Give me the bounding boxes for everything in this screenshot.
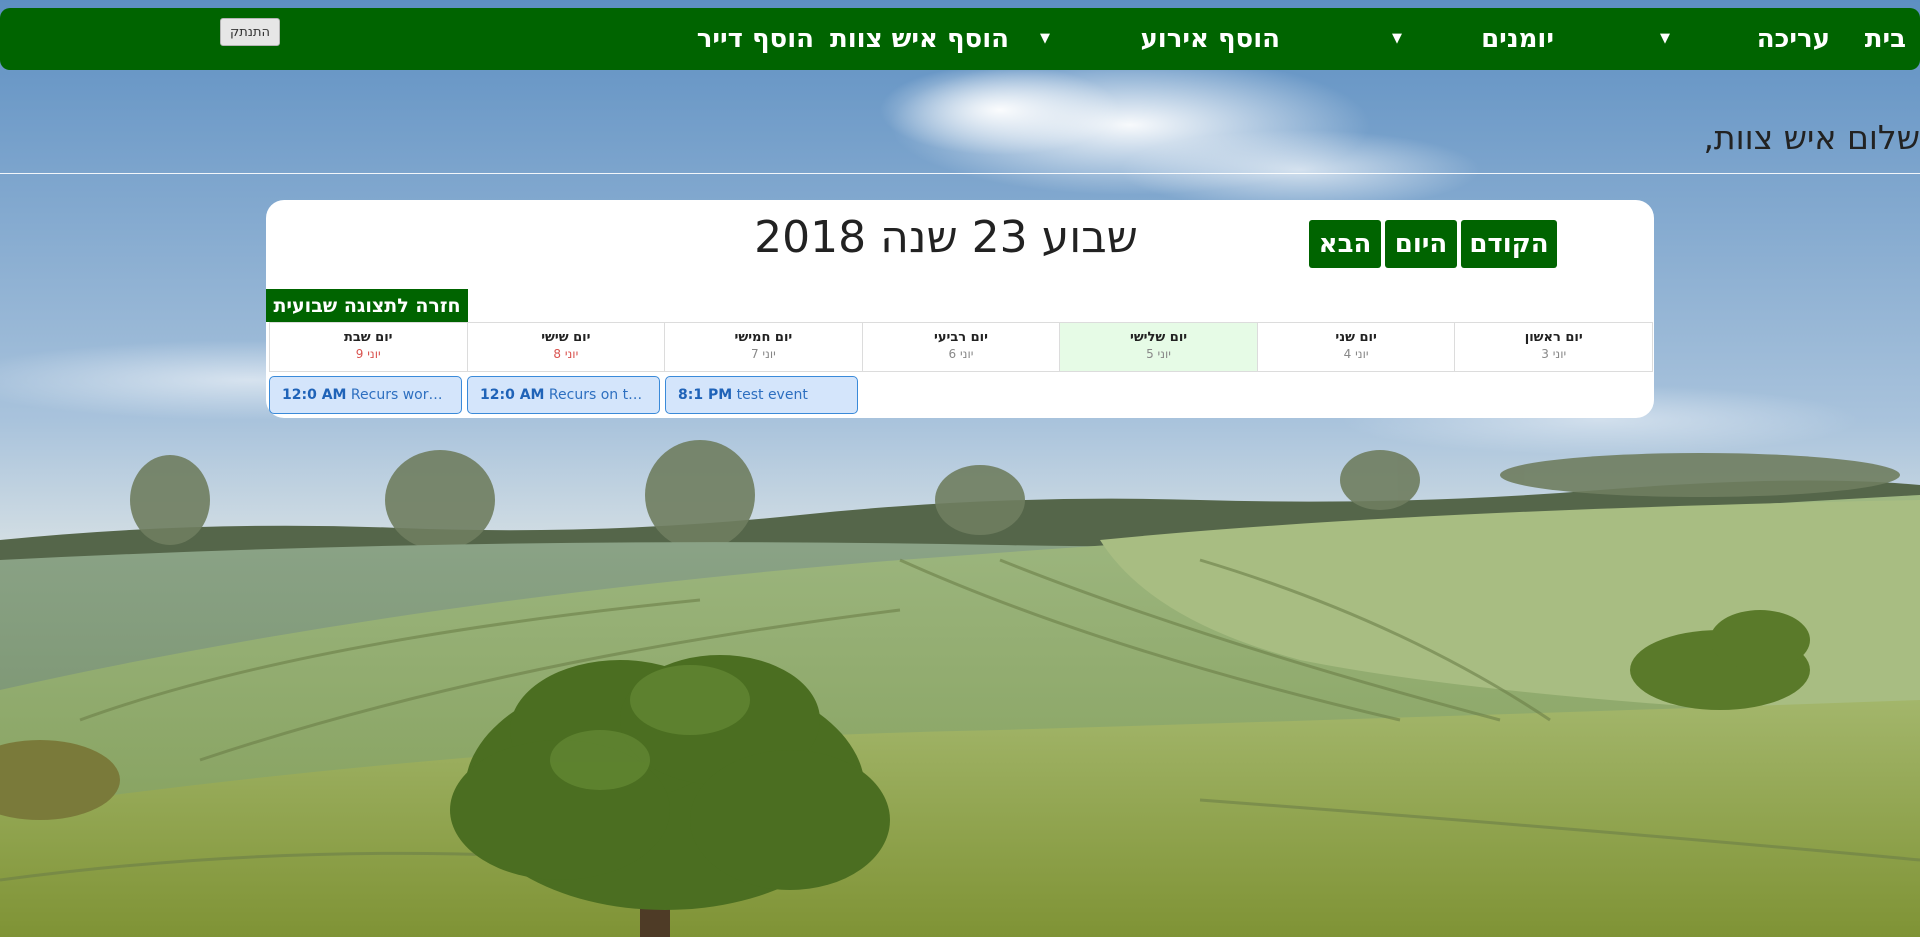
event-tuesday[interactable]: 8:1 PM test event: [665, 376, 858, 414]
nav-home[interactable]: בית: [1865, 8, 1906, 70]
day-name: יום שלישי: [1130, 330, 1188, 345]
day-name: יום רביעי: [934, 330, 988, 345]
day-name: יום חמישי: [734, 330, 793, 345]
next-week-button[interactable]: הבא: [1309, 220, 1381, 268]
back-to-weekly-view-button[interactable]: חזרה לתצוגה שבועית: [266, 289, 468, 322]
day-column-saturday[interactable]: יום שבת יוני 9: [270, 323, 467, 371]
event-monday[interactable]: 12:0 AM Recurs on the...: [467, 376, 660, 414]
day-name: יום שישי: [541, 330, 591, 345]
nav-add-resident[interactable]: הוסף דייר: [697, 8, 814, 70]
nav-diaries-dropdown-caret[interactable]: ▼: [1660, 8, 1670, 70]
day-date: יוני 4: [1343, 347, 1369, 361]
top-navbar: בית עריכה ▼ יומנים ▼ הוסף אירוע ▼ הוסף א…: [0, 8, 1920, 70]
event-title: Recurs on the...: [548, 387, 659, 403]
logout-button[interactable]: התנתק: [220, 18, 280, 46]
nav-add-staff[interactable]: הוסף איש צוות: [830, 8, 1009, 70]
day-date: יוני 9: [355, 347, 381, 361]
day-column-thursday[interactable]: יום חמישי יוני 7: [664, 323, 862, 371]
day-column-wednesday[interactable]: יום רביעי יוני 6: [861, 323, 1060, 371]
calendar-title: שבוע 23 שנה 2018: [754, 212, 1138, 263]
day-date: יוני 3: [1541, 347, 1567, 361]
nav-add-event[interactable]: הוסף אירוע: [1140, 8, 1280, 70]
event-time: 12:0 AM: [282, 387, 347, 403]
event-time: 12:0 AM: [480, 387, 545, 403]
day-date: יוני 7: [750, 347, 776, 361]
day-column-friday[interactable]: יום שישי יוני 8: [466, 323, 665, 371]
day-date: יוני 6: [948, 347, 974, 361]
greeting-text: שלום איש צוות,: [1703, 118, 1920, 157]
week-calendar: שבוע 23 שנה 2018 הקודם היום הבא חזרה לתצ…: [266, 200, 1654, 418]
event-title: Recurs works...: [350, 387, 458, 403]
week-days-header: יום ראשון יוני 3 יום שני יוני 4 יום שליש…: [269, 322, 1653, 372]
day-name: יום שני: [1335, 330, 1377, 345]
event-title: test event: [736, 387, 808, 403]
today-button[interactable]: היום: [1385, 220, 1457, 268]
day-column-sunday[interactable]: יום ראשון יוני 3: [1454, 323, 1652, 371]
prev-week-button[interactable]: הקודם: [1461, 220, 1557, 268]
nav-add-event-dropdown-caret[interactable]: ▼: [1392, 8, 1402, 70]
event-time: 8:1 PM: [678, 387, 733, 403]
day-date: יוני 8: [553, 347, 579, 361]
day-date: יוני 5: [1146, 347, 1171, 361]
day-column-tuesday-today[interactable]: יום שלישי יוני 5: [1059, 323, 1257, 371]
day-column-monday[interactable]: יום שני יוני 4: [1256, 323, 1455, 371]
day-name: יום ראשון: [1524, 330, 1583, 345]
landscape-background: [0, 0, 1920, 937]
event-sunday[interactable]: 12:0 AM Recurs works...: [269, 376, 462, 414]
divider: [0, 173, 1920, 174]
nav-diaries[interactable]: יומנים: [1481, 8, 1554, 70]
nav-edit[interactable]: עריכה: [1757, 8, 1830, 70]
day-name: יום שבת: [343, 330, 393, 345]
nav-add-staff-dropdown-caret[interactable]: ▼: [1040, 8, 1050, 70]
